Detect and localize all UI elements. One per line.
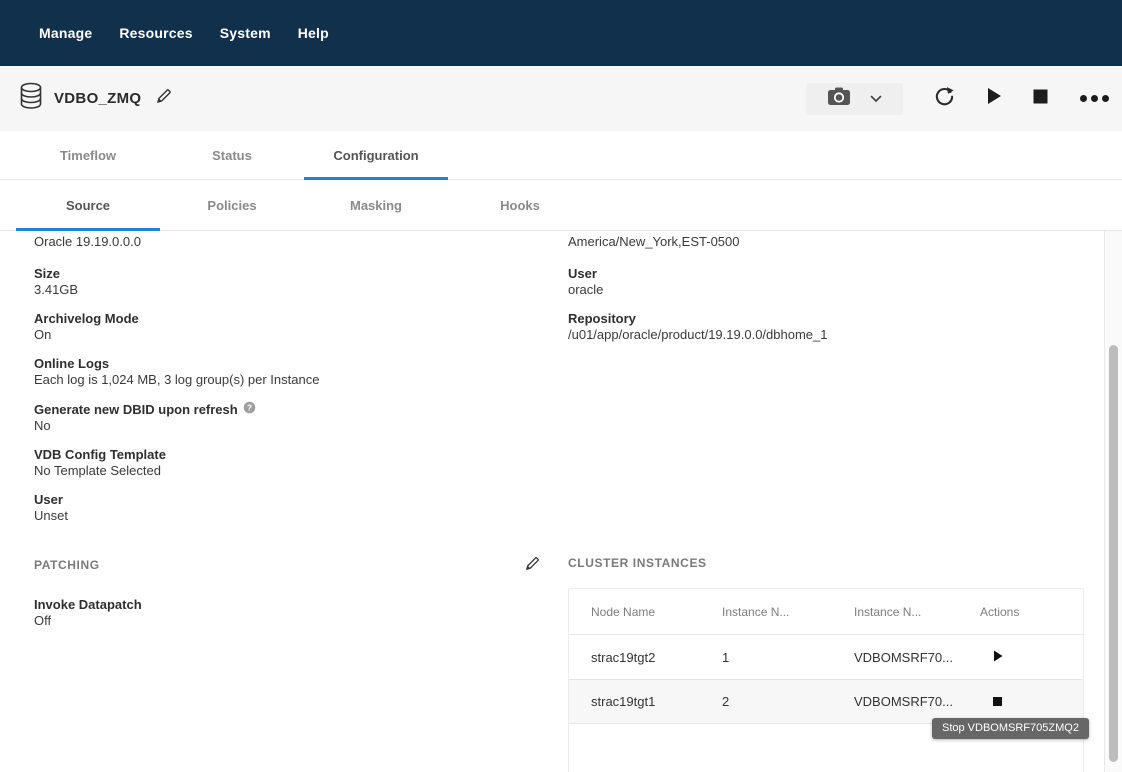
nav-item-manage[interactable]: Manage — [39, 25, 92, 41]
subtab-hooks[interactable]: Hooks — [448, 180, 592, 230]
field-label: Invoke Datapatch — [34, 597, 540, 613]
instance-start-button[interactable] — [980, 650, 1083, 665]
rename-button[interactable] — [156, 88, 172, 109]
tab-timeflow[interactable]: Timeflow — [16, 131, 160, 179]
start-button[interactable] — [986, 87, 1002, 110]
cell-instance-number: 1 — [722, 650, 854, 665]
cluster-instances-title: CLUSTER INSTANCES — [568, 556, 707, 570]
scrollbar-thumb[interactable] — [1109, 345, 1118, 762]
field-value: /u01/app/oracle/product/19.19.0.0/dbhome… — [568, 327, 1084, 343]
patching-edit-button[interactable] — [525, 556, 540, 574]
field-label: VDB Config Template — [34, 447, 550, 463]
field-value: 3.41GB — [34, 282, 550, 298]
field-label: User — [34, 492, 550, 508]
table-row: strac19tgt2 1 VDBOMSRF70... — [569, 634, 1083, 679]
more-actions-button[interactable] — [1079, 90, 1110, 108]
tab-configuration[interactable]: Configuration — [304, 131, 448, 179]
entity-identity: VDBO_ZMQ — [19, 82, 172, 115]
pencil-icon — [156, 88, 172, 109]
cell-node-name: strac19tgt2 — [591, 650, 722, 665]
column-header-node-name: Node Name — [591, 605, 722, 619]
tab-status[interactable]: Status — [160, 131, 304, 179]
field-invoke-datapatch: Invoke Datapatch Off — [34, 597, 540, 629]
field-value: Each log is 1,024 MB, 3 log group(s) per… — [34, 372, 550, 388]
header-toolbar — [806, 83, 1110, 115]
main-tabs: Timeflow Status Configuration — [0, 131, 1122, 180]
vertical-scrollbar[interactable] — [1104, 231, 1122, 772]
column-header-instance-name: Instance N... — [854, 605, 980, 619]
cluster-instances-section: CLUSTER INSTANCES Node Name Instance N..… — [568, 556, 1084, 772]
field-value: Oracle 19.19.0.0.0 — [34, 234, 550, 250]
stop-icon — [1033, 89, 1048, 109]
cell-instance-name: VDBOMSRF70... — [854, 650, 980, 665]
patching-section-title: PATCHING — [34, 558, 100, 572]
detail-column-left: Oracle 19.19.0.0.0 Size 3.41GB Archivelo… — [34, 234, 550, 537]
field-label: Size — [34, 266, 550, 282]
page-header: VDBO_ZMQ — [0, 66, 1122, 131]
stop-icon — [993, 694, 1002, 709]
play-icon — [986, 87, 1002, 110]
ellipsis-icon — [1079, 90, 1110, 108]
cluster-instances-table: Node Name Instance N... Instance N... Ac… — [568, 588, 1084, 772]
play-icon — [993, 650, 1003, 665]
refresh-button[interactable] — [934, 86, 955, 112]
snapshot-button[interactable] — [806, 83, 903, 115]
nav-item-help[interactable]: Help — [298, 25, 329, 41]
database-icon — [19, 82, 43, 115]
column-header-actions: Actions — [980, 605, 1083, 619]
table-header-row: Node Name Instance N... Instance N... Ac… — [569, 589, 1083, 634]
field-value: Off — [34, 613, 540, 629]
page-title: VDBO_ZMQ — [54, 90, 141, 107]
cell-node-name: strac19tgt1 — [591, 694, 722, 709]
stop-instance-tooltip: Stop VDBOMSRF705ZMQ2 — [932, 718, 1089, 739]
nav-item-resources[interactable]: Resources — [119, 25, 192, 41]
stop-button[interactable] — [1033, 89, 1048, 109]
instance-stop-button[interactable] — [980, 694, 1083, 709]
help-icon[interactable]: ? — [243, 401, 256, 418]
field-archivelog-mode: Archivelog Mode On — [34, 311, 550, 343]
subtab-source[interactable]: Source — [16, 180, 160, 230]
field-label: Generate new DBID upon refresh — [34, 402, 238, 418]
field-user-right: User oracle — [568, 266, 1084, 298]
field-label: Repository — [568, 311, 1084, 327]
cell-instance-number: 2 — [722, 694, 854, 709]
field-value: No Template Selected — [34, 463, 550, 479]
chevron-down-icon[interactable] — [870, 90, 882, 108]
detail-column-right: America/New_York,EST-0500 User oracle Re… — [568, 234, 1084, 537]
field-version: Oracle 19.19.0.0.0 — [34, 234, 550, 250]
pencil-icon — [525, 556, 540, 574]
field-label: Archivelog Mode — [34, 311, 550, 327]
nav-item-system[interactable]: System — [220, 25, 271, 41]
field-generate-dbid: Generate new DBID upon refresh ? No — [34, 401, 550, 434]
cell-instance-name: VDBOMSRF70... — [854, 694, 980, 709]
column-header-instance-number: Instance N... — [722, 605, 854, 619]
field-user-left: User Unset — [34, 492, 550, 524]
field-value: oracle — [568, 282, 1084, 298]
subtab-masking[interactable]: Masking — [304, 180, 448, 230]
field-timezone: America/New_York,EST-0500 — [568, 234, 1084, 250]
field-value: No — [34, 418, 550, 434]
refresh-icon — [934, 86, 955, 112]
camera-icon — [828, 87, 850, 111]
field-label: User — [568, 266, 1084, 282]
lower-sections: PATCHING Invoke Datapatch Off CLUSTE — [0, 556, 1122, 772]
source-config-panel: Oracle 19.19.0.0.0 Size 3.41GB Archivelo… — [0, 231, 1122, 772]
field-size: Size 3.41GB — [34, 266, 550, 298]
svg-text:?: ? — [247, 403, 252, 413]
field-vdb-config-template: VDB Config Template No Template Selected — [34, 447, 550, 479]
field-label: Online Logs — [34, 356, 550, 372]
field-value: Unset — [34, 508, 550, 524]
patching-section: PATCHING Invoke Datapatch Off — [34, 556, 540, 772]
subtab-policies[interactable]: Policies — [160, 180, 304, 230]
top-navbar: Manage Resources System Help — [0, 0, 1122, 66]
configuration-subtabs: Source Policies Masking Hooks — [0, 180, 1122, 231]
field-repository: Repository /u01/app/oracle/product/19.19… — [568, 311, 1084, 343]
field-value: On — [34, 327, 550, 343]
detail-columns: Oracle 19.19.0.0.0 Size 3.41GB Archivelo… — [0, 231, 1122, 537]
field-online-logs: Online Logs Each log is 1,024 MB, 3 log … — [34, 356, 550, 388]
field-value: America/New_York,EST-0500 — [568, 234, 1084, 250]
